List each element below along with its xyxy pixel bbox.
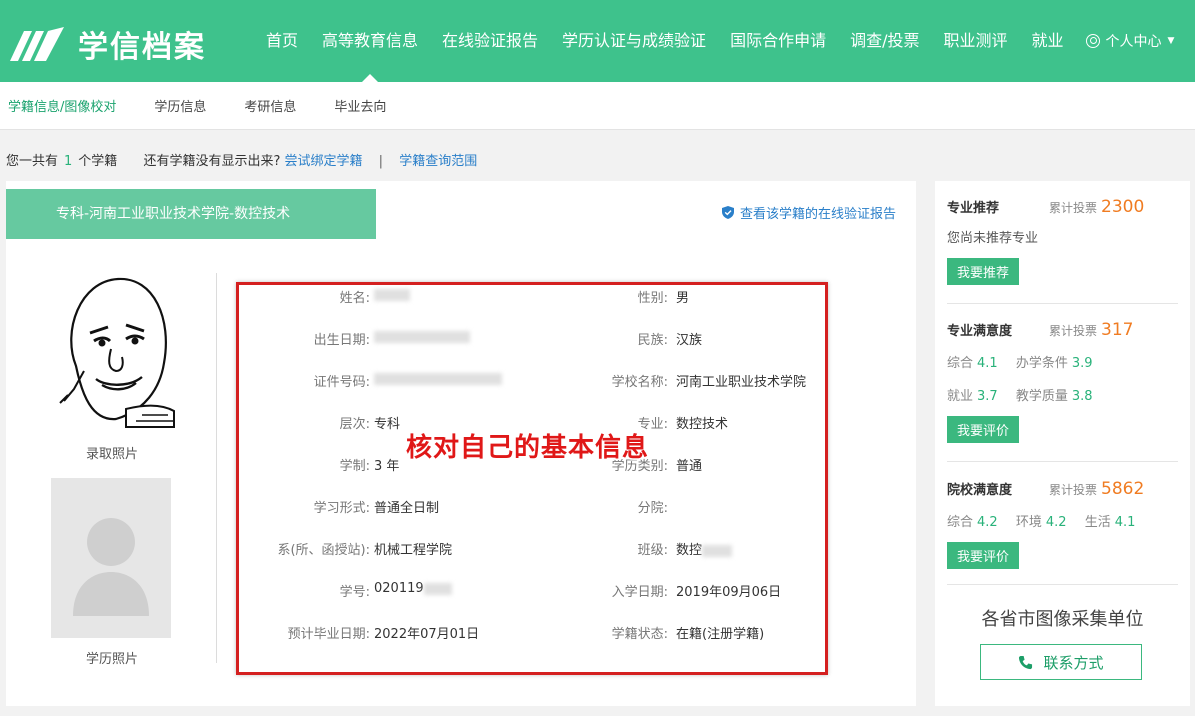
user-center-menu[interactable]: 个人中心 ▼	[1076, 31, 1175, 51]
shield-icon	[721, 206, 734, 219]
user-center-label: 个人中心	[1105, 34, 1162, 50]
major-recommend-section: 专业推荐 累计投票 2300 您尚未推荐专业 我要推荐	[947, 197, 1178, 285]
person-silhouette-icon	[73, 518, 149, 616]
nav-home[interactable]: 首页	[254, 0, 310, 82]
nav-career-test[interactable]: 职业测评	[931, 0, 1019, 82]
main-nav: 首页 高等教育信息 在线验证报告 学历认证与成绩验证 国际合作申请 调查/投票 …	[254, 0, 1174, 82]
degree-photo-placeholder	[51, 478, 171, 638]
school-satisfaction-section: 院校满意度 累计投票 5862 综合 4.2 环境 4.2 生活 4.1 我要评价	[947, 479, 1178, 569]
cartoon-face-image	[59, 277, 175, 428]
recommend-button[interactable]: 我要推荐	[947, 258, 1020, 285]
record-count-line: 您一共有 1 个学籍 还有学籍没有显示出来? 尝试绑定学籍 | 学籍查询范围	[6, 154, 478, 169]
divider-line	[216, 273, 217, 663]
sub-nav: 学籍信息/图像校对 学历信息 考研信息 毕业去向	[0, 82, 1195, 130]
nav-international[interactable]: 国际合作申请	[718, 0, 838, 82]
verify-report-link[interactable]: 查看该学籍的在线验证报告	[721, 203, 896, 222]
major-satisfaction-section: 专业满意度 累计投票 317 综合 4.1 办学条件 3.9 就业 3.7 教学质量 3…	[947, 320, 1178, 443]
side-panel: 专业推荐 累计投票 2300 您尚未推荐专业 我要推荐 专业满意度 累计投票 3…	[935, 181, 1190, 706]
collect-units-title: 各省市图像采集单位	[981, 609, 1144, 630]
rate-school-button[interactable]: 我要评价	[947, 542, 1020, 569]
admission-photo-label: 录取照片	[85, 447, 138, 462]
logo-text: 学信档案	[78, 30, 206, 65]
recommend-votes: 2300	[1101, 197, 1145, 217]
nav-online-verify[interactable]: 在线验证报告	[430, 0, 550, 82]
subnav-graduation-destination[interactable]: 毕业去向	[334, 96, 386, 115]
bind-record-link[interactable]: 尝试绑定学籍	[285, 154, 363, 169]
admission-photo	[56, 271, 178, 431]
logo-icon	[10, 27, 64, 61]
nav-degree-certification[interactable]: 学历认证与成绩验证	[550, 0, 718, 82]
highlight-box	[236, 282, 828, 675]
record-count: 1	[64, 154, 73, 169]
student-record-panel: 专科-河南工业职业技术学院-数控技术 查看该学籍的在线验证报告 录取照片 学历照…	[6, 181, 916, 706]
subnav-postgrad-info[interactable]: 考研信息	[244, 96, 296, 115]
user-icon	[1085, 34, 1100, 48]
degree-photo-label: 学历照片	[85, 652, 138, 667]
nav-survey[interactable]: 调查/投票	[838, 0, 931, 82]
nav-employment[interactable]: 就业	[1020, 0, 1076, 82]
phone-icon	[1019, 655, 1033, 669]
contact-button[interactable]: 联系方式	[980, 644, 1142, 680]
nav-higher-education[interactable]: 高等教育信息	[310, 0, 430, 82]
subnav-student-status[interactable]: 学籍信息/图像校对	[8, 96, 116, 115]
rate-major-button[interactable]: 我要评价	[947, 416, 1020, 443]
subnav-degree-info[interactable]: 学历信息	[154, 96, 206, 115]
school-satisfaction-votes: 5862	[1101, 479, 1145, 499]
annotation-text: 核对自己的基本信息	[406, 433, 650, 463]
query-scope-link[interactable]: 学籍查询范围	[399, 154, 477, 169]
school-tab[interactable]: 专科-河南工业职业技术学院-数控技术	[6, 189, 376, 239]
caret-down-icon: ▼	[1167, 36, 1175, 46]
major-satisfaction-votes: 317	[1101, 320, 1134, 340]
top-nav-bar: 学信档案 首页 高等教育信息 在线验证报告 学历认证与成绩验证 国际合作申请 调…	[0, 0, 1195, 82]
site-logo[interactable]: 学信档案	[8, 22, 206, 66]
